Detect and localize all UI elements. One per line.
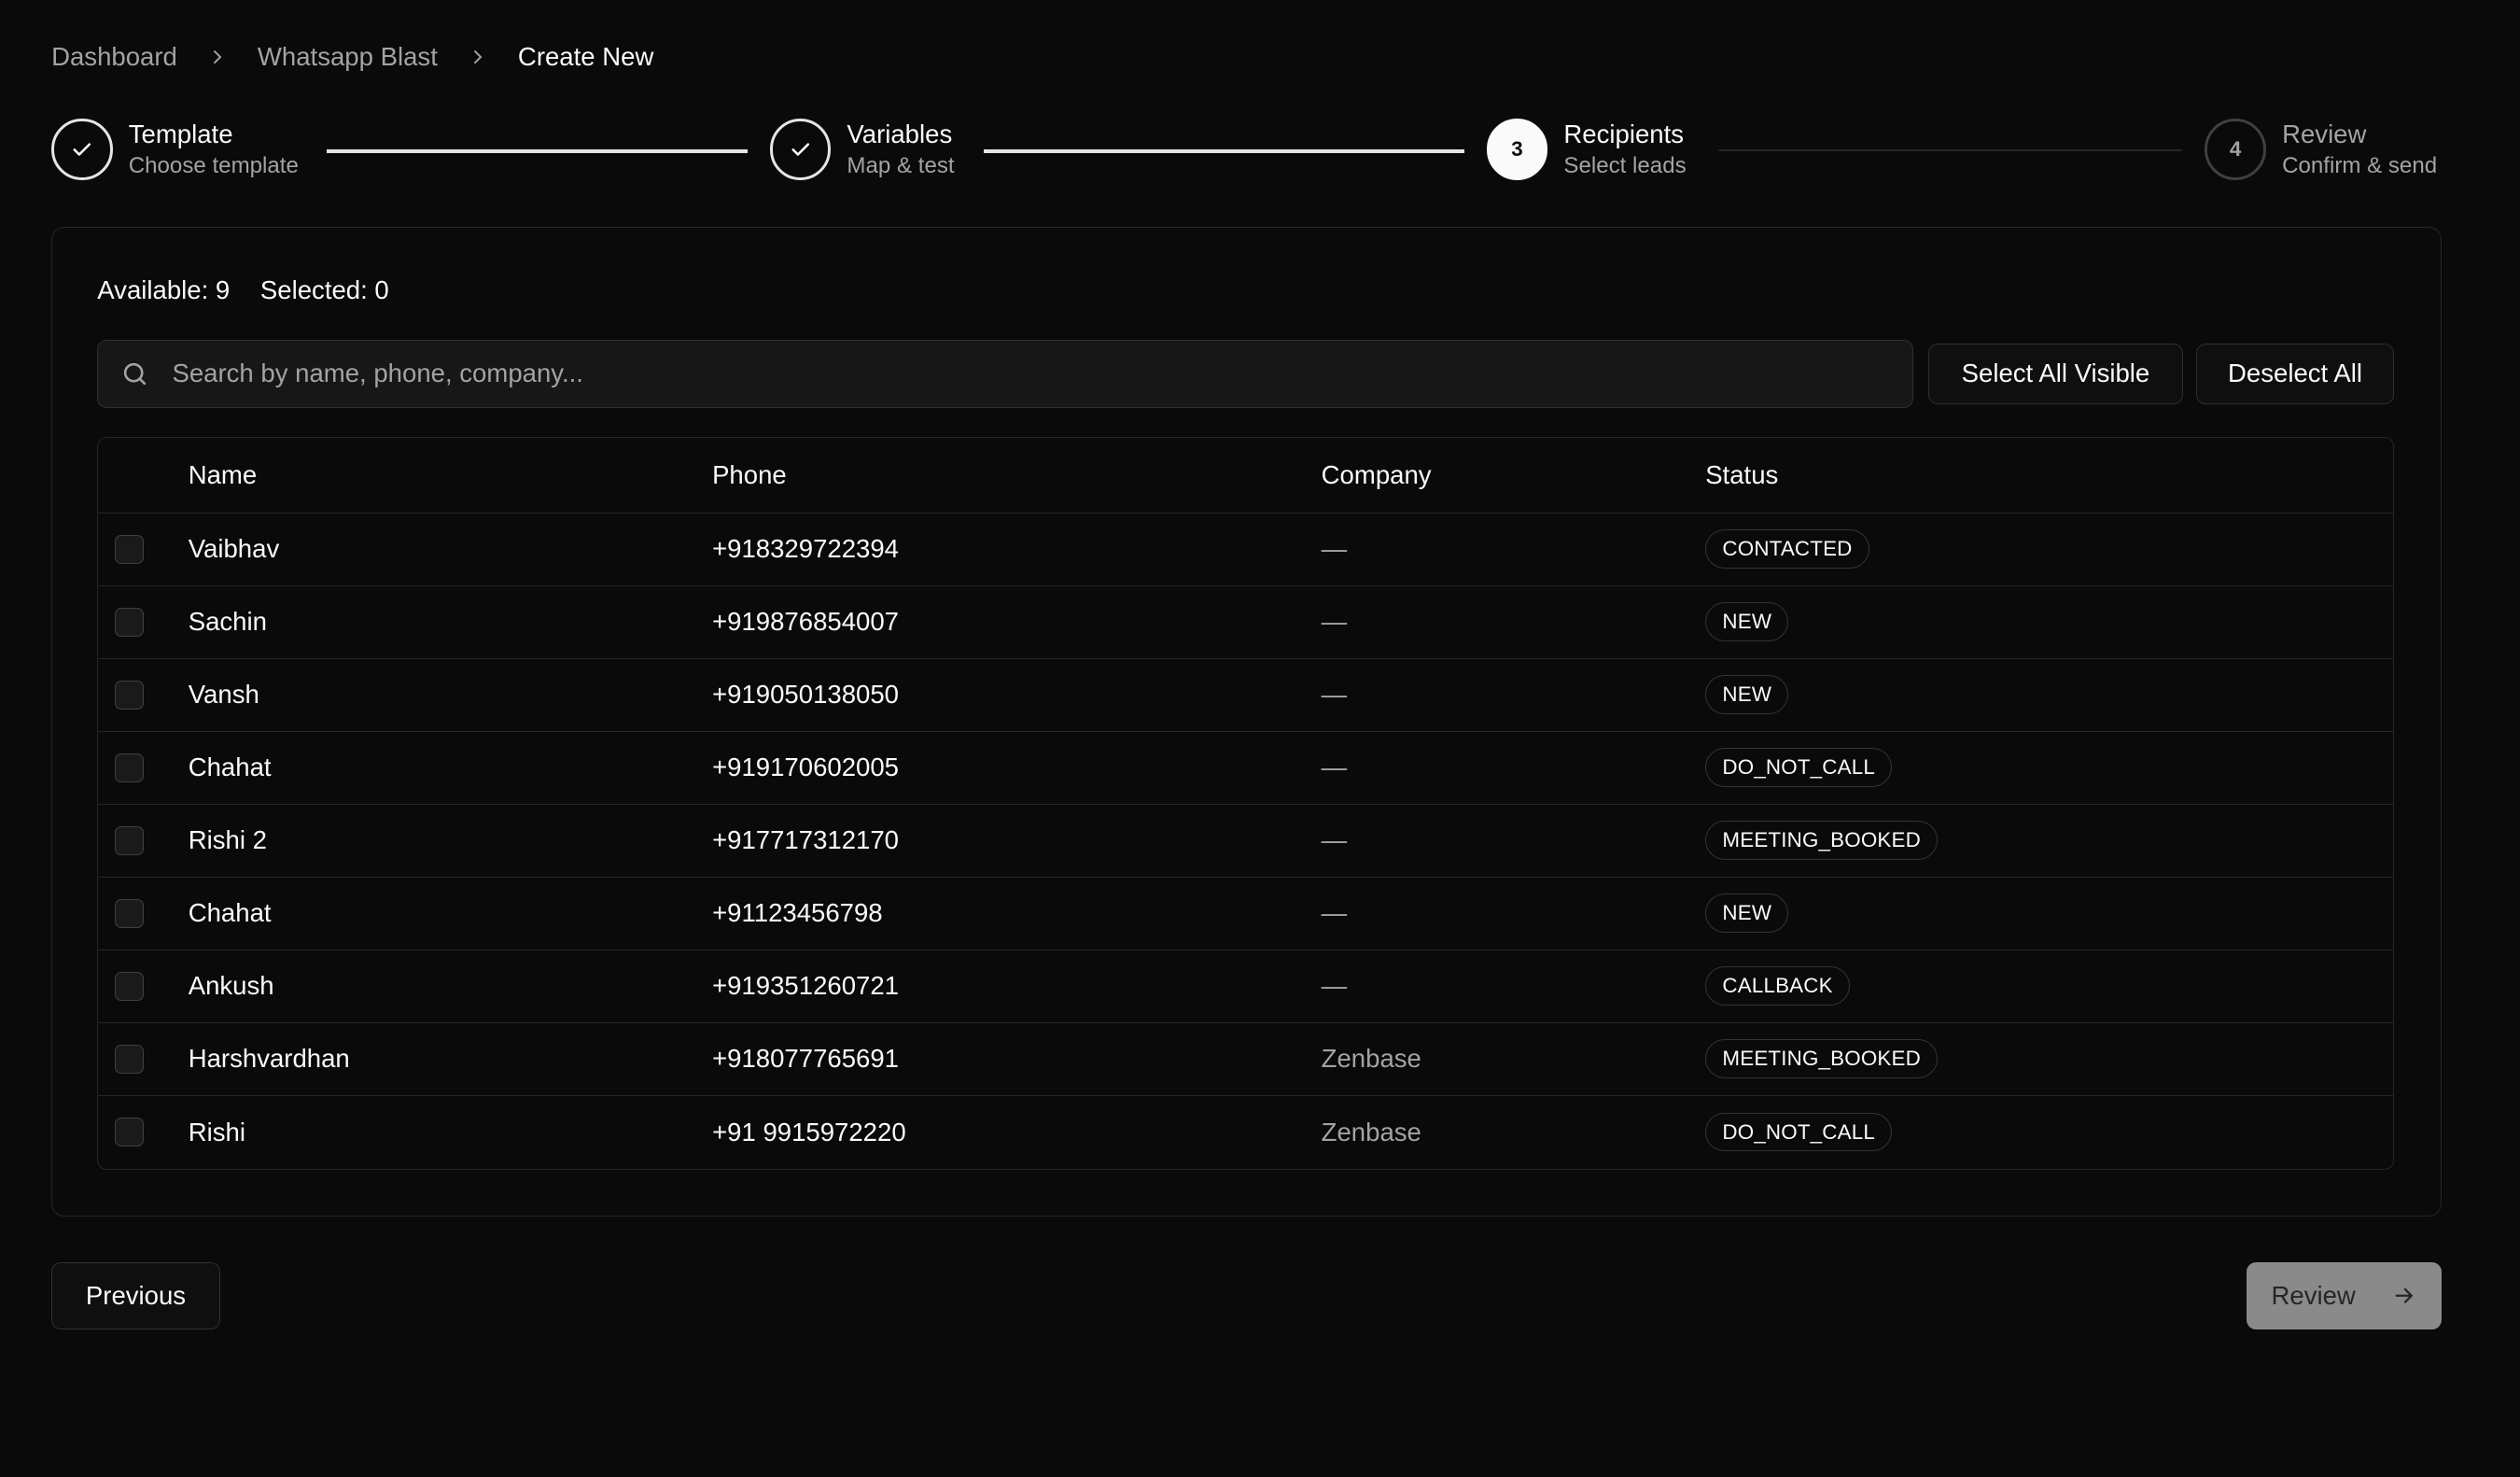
lead-name: Rishi (188, 1117, 245, 1146)
deselect-all-button[interactable]: Deselect All (2196, 343, 2394, 405)
arrow-right-icon (2391, 1283, 2417, 1309)
lead-company: — (1321, 825, 1348, 855)
row-checkbox[interactable] (114, 753, 144, 782)
breadcrumb-dashboard[interactable]: Dashboard (51, 42, 177, 72)
lead-company: — (1321, 534, 1348, 564)
lead-company: — (1321, 898, 1348, 928)
search-input[interactable] (172, 359, 1780, 389)
step-number: 4 (2205, 119, 2266, 180)
lead-company: Zenbase (1321, 1117, 1421, 1146)
lead-company: — (1321, 971, 1348, 1001)
table-row[interactable]: Rishi +91 9915972220 Zenbase DO_NOT_CALL (98, 1096, 2393, 1169)
stepper: Template Choose template Variables Map &… (51, 119, 2440, 183)
step-title: Recipients (1563, 120, 1685, 149)
lead-phone: +91123456798 (712, 898, 883, 928)
step-title: Template (128, 120, 233, 149)
row-checkbox[interactable] (114, 1118, 144, 1147)
header-phone: Phone (712, 459, 787, 489)
row-checkbox[interactable] (114, 680, 144, 710)
header-name: Name (188, 459, 258, 489)
review-button-label: Review (2271, 1280, 2356, 1310)
row-checkbox[interactable] (114, 825, 144, 855)
status-badge: MEETING_BOOKED (1705, 1039, 1939, 1078)
step-subtitle: Map & test (847, 152, 955, 178)
selected-count: Selected: 0 (259, 275, 389, 305)
lead-company: — (1321, 607, 1348, 637)
lead-company: Zenbase (1321, 1044, 1421, 1074)
step-subtitle: Select leads (1563, 152, 1687, 178)
lead-phone: +918077765691 (712, 1044, 899, 1074)
table-row[interactable]: Chahat +91123456798 — NEW (98, 878, 2393, 950)
lead-phone: +917717312170 (712, 825, 899, 855)
recipients-card: Available: 9 Selected: 0 Select All Visi… (51, 226, 2442, 1217)
breadcrumb-create-new: Create New (517, 41, 654, 71)
step-connector (1717, 149, 2183, 151)
table-row[interactable]: Vansh +919050138050 — NEW (98, 659, 2393, 732)
lead-company: — (1321, 680, 1348, 710)
table-row[interactable]: Chahat +919170602005 — DO_NOT_CALL (98, 732, 2393, 805)
lead-phone: +91 9915972220 (712, 1117, 906, 1146)
table-row[interactable]: Harshvardhan +918077765691 Zenbase MEETI… (98, 1023, 2393, 1096)
leads-table: Name Phone Company Status Vaibhav +91832… (97, 436, 2394, 1170)
check-icon (51, 119, 113, 180)
step-variables[interactable]: Variables Map & test (769, 119, 955, 180)
status-badge: NEW (1705, 893, 1789, 933)
chevron-right-icon (467, 46, 489, 68)
search-icon (120, 359, 149, 388)
table-row[interactable]: Rishi 2 +917717312170 — MEETING_BOOKED (98, 805, 2393, 878)
lead-name: Vansh (188, 680, 259, 710)
step-template[interactable]: Template Choose template (51, 119, 299, 180)
status-badge: CONTACTED (1705, 529, 1869, 569)
header-status: Status (1705, 459, 1779, 489)
status-badge: DO_NOT_CALL (1705, 748, 1893, 787)
step-subtitle: Confirm & send (2282, 152, 2438, 178)
status-badge: MEETING_BOOKED (1705, 821, 1939, 860)
lead-name: Chahat (188, 753, 272, 782)
header-company: Company (1321, 459, 1432, 489)
status-badge: CALLBACK (1705, 966, 1850, 1006)
breadcrumb-whatsapp-blast[interactable]: Whatsapp Blast (258, 42, 438, 72)
search-box (97, 340, 1914, 408)
lead-phone: +919351260721 (712, 971, 899, 1001)
step-review[interactable]: 4 Review Confirm & send (2205, 119, 2438, 180)
lead-name: Harshvardhan (188, 1044, 350, 1074)
status-badge: NEW (1705, 675, 1789, 714)
select-all-visible-button[interactable]: Select All Visible (1927, 343, 2184, 405)
lead-company: — (1321, 753, 1348, 782)
step-title: Variables (847, 120, 953, 149)
lead-name: Vaibhav (188, 534, 280, 564)
chevron-right-icon (206, 46, 229, 68)
lead-name: Chahat (188, 898, 272, 928)
step-title: Review (2282, 120, 2367, 149)
review-button[interactable]: Review (2247, 1261, 2442, 1329)
status-badge: DO_NOT_CALL (1705, 1112, 1893, 1152)
previous-button[interactable]: Previous (51, 1261, 220, 1329)
step-recipients[interactable]: 3 Recipients Select leads (1486, 119, 1687, 180)
step-subtitle: Choose template (128, 152, 299, 178)
table-row[interactable]: Vaibhav +918329722394 — CONTACTED (98, 513, 2393, 586)
step-connector (983, 149, 1464, 153)
row-checkbox[interactable] (114, 607, 144, 637)
lead-phone: +919170602005 (712, 753, 899, 782)
step-number: 3 (1486, 119, 1548, 180)
step-connector (326, 149, 748, 153)
lead-name: Rishi 2 (188, 825, 267, 855)
check-icon (769, 119, 832, 180)
status-badge: NEW (1705, 602, 1789, 641)
lead-counts: Available: 9 Selected: 0 (97, 275, 388, 305)
lead-phone: +919050138050 (712, 680, 899, 710)
table-header: Name Phone Company Status (98, 438, 2393, 513)
table-row[interactable]: Sachin +919876854007 — NEW (98, 586, 2393, 659)
breadcrumb: Dashboard Whatsapp Blast Create New (51, 42, 653, 72)
lead-name: Sachin (188, 607, 267, 637)
available-count: Available: 9 (97, 275, 231, 305)
lead-phone: +918329722394 (712, 534, 899, 564)
row-checkbox[interactable] (114, 534, 144, 564)
table-row[interactable]: Ankush +919351260721 — CALLBACK (98, 950, 2393, 1023)
lead-phone: +919876854007 (712, 607, 899, 637)
lead-name: Ankush (188, 971, 274, 1001)
row-checkbox[interactable] (114, 971, 144, 1001)
row-checkbox[interactable] (114, 898, 144, 928)
row-checkbox[interactable] (114, 1044, 144, 1074)
